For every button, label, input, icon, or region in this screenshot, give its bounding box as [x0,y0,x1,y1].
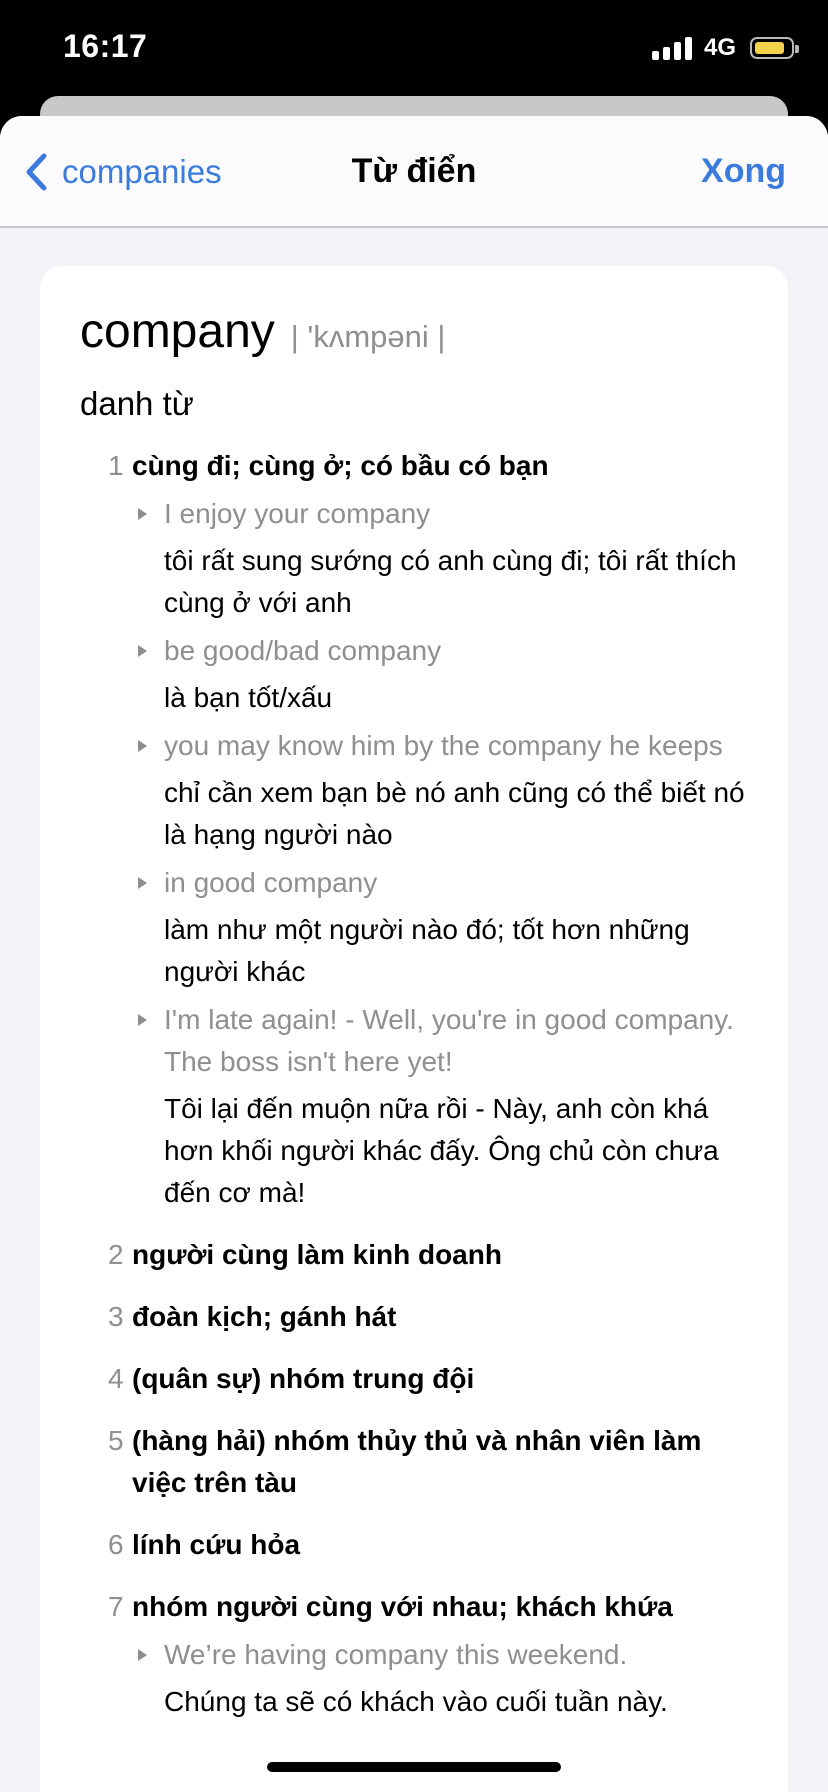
status-bar: 16:17 4G [0,0,828,100]
headword-row: company | 'kʌmpəni | [80,304,748,359]
sense-number: 2 [108,1239,124,1270]
example-english: I'm late again! - Well, you're in good c… [164,1004,734,1077]
sense-number: 1 [108,450,124,481]
disclosure-triangle-icon [138,877,147,889]
sense-body: cùng đi; cùng ở; có bầu có bạn I enjoy yo… [132,445,748,1214]
sense-definition: (hàng hải) nhóm thủy thủ và nhân viên là… [132,1425,702,1498]
disclosure-triangle-icon [138,508,147,520]
pronunciation: | 'kʌmpəni | [290,319,446,354]
disclosure-triangle-icon [138,645,147,657]
sense-item: 2 người cùng làm kinh doanh [108,1234,748,1276]
example-item[interactable]: you may know him by the company he keeps… [132,725,748,856]
sense-body: nhóm người cùng với nhau; khách khứa We’r… [132,1586,748,1723]
done-button[interactable]: Xong [701,152,786,191]
navigation-bar: companies Từ điển Xong [0,116,828,228]
sense-definition: (quân sự) nhóm trung đội [132,1363,475,1394]
sense-body: người cùng làm kinh doanh [132,1234,748,1276]
example-translation: chỉ cần xem bạn bè nó anh cũng có thể bi… [164,777,745,850]
example-item[interactable]: I enjoy your company tôi rất sung sướng c… [132,493,748,624]
sense-item: 4 (quân sự) nhóm trung đội [108,1358,748,1400]
sense-number: 5 [108,1425,124,1456]
sense-definition: nhóm người cùng với nhau; khách khứa [132,1591,673,1622]
disclosure-triangle-icon [138,1014,147,1026]
example-item[interactable]: in good company làm như một người nào đó;… [132,862,748,993]
sense-body: lính cứu hỏa [132,1524,748,1566]
home-indicator[interactable] [267,1762,561,1772]
example-english: you may know him by the company he keeps [164,730,723,761]
sense-number: 4 [108,1363,124,1394]
sense-item: 6 lính cứu hỏa [108,1524,748,1566]
sense-body: (hàng hải) nhóm thủy thủ và nhân viên là… [132,1420,748,1504]
example-translation: làm như một người nào đó; tốt hơn những … [164,914,690,987]
sense-item: 1 cùng đi; cùng ở; có bầu có bạn I enjoy y… [108,445,748,1214]
status-indicators: 4G [651,34,799,62]
sense-definition: cùng đi; cùng ở; có bầu có bạn [132,450,549,481]
sense-body: (quân sự) nhóm trung đội [132,1358,748,1400]
sense-number: 6 [108,1529,124,1560]
disclosure-triangle-icon [138,740,147,752]
battery-icon [750,37,799,59]
sense-item: 3 đoàn kịch; gánh hát [108,1296,748,1338]
sense-definition: người cùng làm kinh doanh [132,1239,502,1270]
cellular-signal-icon [651,36,692,60]
definition-card: company | 'kʌmpəni | danh từ 1 cùng đi; c… [40,266,788,1792]
example-translation: Tôi lại đến muộn nữa rồi - Này, anh còn … [164,1093,719,1208]
sense-item: 7 nhóm người cùng với nhau; khách khứa We’… [108,1586,748,1723]
example-item[interactable]: be good/bad company là bạn tốt/xấu [132,630,748,719]
example-item[interactable]: I'm late again! - Well, you're in good c… [132,999,748,1214]
network-type: 4G [703,34,736,61]
sense-definition: đoàn kịch; gánh hát [132,1301,397,1332]
sense-number: 3 [108,1301,124,1332]
example-english: in good company [164,867,378,898]
sense-number: 7 [108,1591,124,1622]
example-translation: Chúng ta sẽ có khách vào cuối tuần này. [164,1686,668,1717]
headword: company [80,305,275,358]
screen: 16:17 4G companies Từ điển Xong company … [0,0,828,1792]
dictionary-sheet: companies Từ điển Xong company | 'kʌmpən… [0,116,828,1792]
sense-body: đoàn kịch; gánh hát [132,1296,748,1338]
status-time: 16:17 [63,28,148,64]
example-english: We’re having company this weekend. [164,1639,628,1670]
sense-definition: lính cứu hỏa [132,1529,301,1560]
example-english: I enjoy your company [164,498,431,529]
disclosure-triangle-icon [138,1649,147,1661]
example-translation: là bạn tốt/xấu [164,682,333,713]
sense-list: 1 cùng đi; cùng ở; có bầu có bạn I enjoy y… [80,445,748,1723]
part-of-speech: danh từ [80,385,194,422]
example-english: be good/bad company [164,635,442,666]
sense-item: 5 (hàng hải) nhóm thủy thủ và nhân viên l… [108,1420,748,1504]
example-item[interactable]: We’re having company this weekend. Chúng … [132,1634,748,1723]
example-translation: tôi rất sung sướng có anh cùng đi; tôi r… [164,545,737,618]
